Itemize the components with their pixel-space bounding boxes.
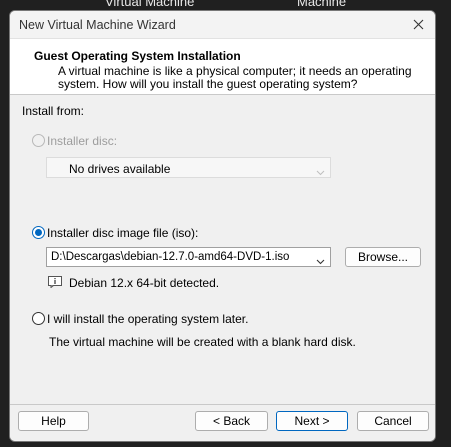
page-title: Guest Operating System Installation [34, 49, 241, 63]
window-title: New Virtual Machine Wizard [19, 18, 176, 32]
cancel-button[interactable]: Cancel [357, 411, 429, 431]
installer-disc-dropdown-value: No drives available [69, 162, 171, 176]
iso-radio[interactable] [32, 226, 45, 239]
chevron-down-icon [316, 165, 325, 179]
iso-path-value: D:\Descargas\debian-12.7.0-amd64-DVD-1.i… [51, 251, 290, 263]
install-later-label: I will install the operating system late… [47, 312, 249, 326]
wizard-window: New Virtual Machine Wizard Guest Operati… [9, 10, 436, 442]
install-later-note: The virtual machine will be created with… [49, 335, 356, 349]
iso-detected-text: Debian 12.x 64-bit detected. [69, 276, 220, 290]
wizard-body: Install from: Installer disc: No drives … [10, 95, 435, 408]
page-description: A virtual machine is like a physical com… [58, 64, 412, 91]
title-bar: New Virtual Machine Wizard [10, 11, 435, 39]
iso-path-combobox[interactable]: D:\Descargas\debian-12.7.0-amd64-DVD-1.i… [46, 247, 331, 267]
installer-disc-label: Installer disc: [47, 134, 118, 148]
installer-disc-radio[interactable] [32, 134, 45, 147]
wizard-footer: Help < Back Next > Cancel [10, 404, 435, 441]
info-icon [48, 276, 62, 291]
installer-disc-dropdown: No drives available [46, 157, 331, 178]
background-tab-machine: Machine [297, 0, 347, 9]
next-button[interactable]: Next > [276, 411, 348, 431]
help-button[interactable]: Help [18, 411, 89, 431]
chevron-down-icon[interactable] [316, 254, 325, 268]
install-from-label: Install from: [22, 104, 85, 118]
browse-button[interactable]: Browse... [345, 247, 421, 267]
background-tab-virtual-machine: Virtual Machine [105, 0, 195, 9]
back-button[interactable]: < Back [195, 411, 268, 431]
wizard-header: Guest Operating System Installation A vi… [10, 39, 435, 95]
close-icon[interactable] [409, 15, 427, 33]
iso-label: Installer disc image file (iso): [47, 226, 199, 240]
install-later-radio[interactable] [32, 312, 45, 325]
